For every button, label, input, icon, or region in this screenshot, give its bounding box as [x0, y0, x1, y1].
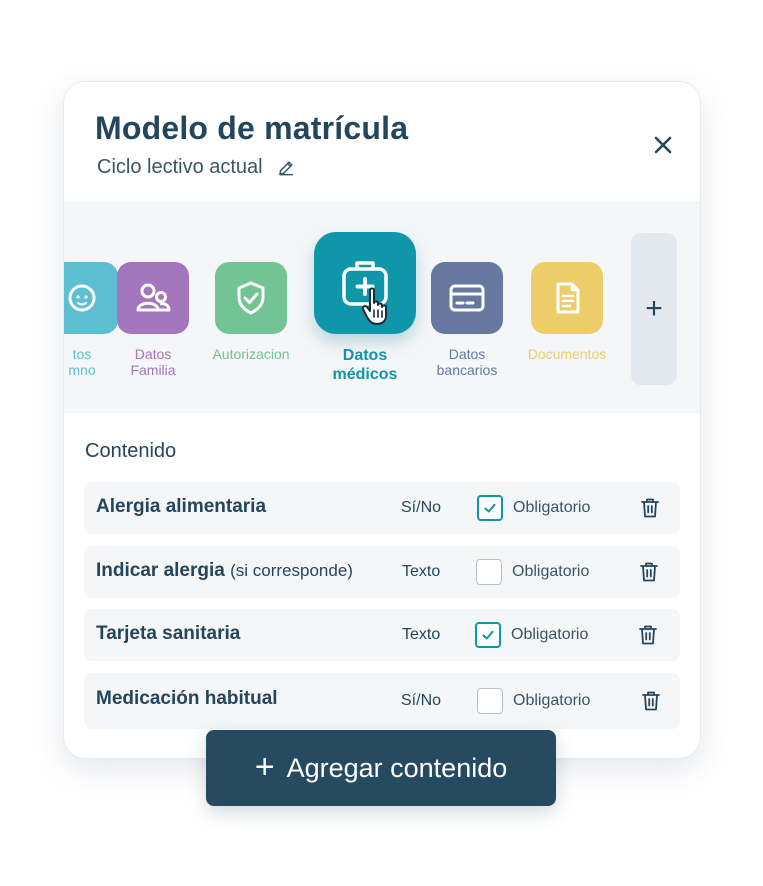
tab-documents[interactable]: Documentos [512, 262, 622, 362]
school-year-label: Ciclo lectivo actual [97, 156, 263, 178]
table-row: Indicar alergia (si corresponde) Texto O… [84, 546, 680, 598]
card-header: Modelo de matrícula Ciclo lectivo actual [64, 82, 700, 202]
content-section-title: Contenido [85, 440, 177, 462]
add-content-button[interactable]: + Agregar contenido [206, 730, 556, 806]
document-icon [531, 262, 603, 334]
tab-label: Familia [130, 362, 176, 378]
add-content-label: Agregar contenido [286, 752, 508, 783]
checkmark-icon [482, 630, 494, 640]
field-type: Sí/No [401, 692, 442, 709]
tab-authorization[interactable]: Autorizacion [195, 262, 307, 362]
required-label: Obligatorio [513, 692, 591, 709]
category-tabs: tos mno Datos Familia Autorizacion Datos… [64, 202, 700, 413]
shield-check-icon [215, 262, 287, 334]
add-category-button[interactable]: + [631, 233, 677, 385]
tab-label: Documentos [527, 346, 607, 362]
trash-icon[interactable] [639, 496, 661, 520]
table-row: Alergia alimentaria Sí/No Obligatorio [84, 482, 680, 534]
trash-icon[interactable] [637, 623, 659, 647]
plus-icon: + [645, 292, 663, 325]
tab-bank-data[interactable]: Datos bancarios [412, 262, 522, 378]
required-label: Obligatorio [513, 499, 591, 516]
plus-icon: + [254, 747, 275, 786]
credit-card-icon [431, 262, 503, 334]
table-row: Medicación habitual Sí/No Obligatorio [84, 673, 680, 729]
trash-icon[interactable] [640, 689, 662, 713]
field-name: Tarjeta sanitaria [96, 623, 241, 644]
tab-medical-data[interactable]: Datos médicos [309, 232, 421, 384]
page-title: Modelo de matrícula [95, 110, 409, 146]
hand-cursor-icon [361, 287, 387, 325]
required-checkbox[interactable] [477, 688, 503, 714]
tab-label: bancarios [436, 362, 498, 378]
family-icon [117, 262, 189, 334]
required-checkbox[interactable] [476, 559, 502, 585]
tab-family-data[interactable]: Datos Familia [98, 262, 208, 378]
tab-label: Datos [448, 346, 486, 362]
required-checkbox[interactable] [477, 495, 503, 521]
table-row: Tarjeta sanitaria Texto Obligatorio [84, 609, 680, 661]
checkmark-icon [484, 503, 496, 513]
tab-label: Datos [134, 346, 172, 362]
tab-label: médicos [332, 366, 398, 383]
subtitle-row: Ciclo lectivo actual [97, 156, 295, 179]
field-name: Medicación habitual [96, 688, 278, 709]
tab-label: Datos [342, 347, 388, 364]
pencil-icon[interactable] [277, 159, 295, 177]
field-name: Alergia alimentaria [96, 496, 267, 517]
tab-label: Autorizacion [212, 346, 290, 362]
enrollment-model-card: Modelo de matrícula Ciclo lectivo actual… [63, 81, 701, 759]
required-label: Obligatorio [512, 563, 590, 580]
field-name: Indicar alergia (si corresponde) [96, 560, 353, 581]
trash-icon[interactable] [638, 560, 660, 584]
field-type: Texto [402, 626, 441, 643]
close-icon[interactable] [650, 132, 676, 158]
field-type: Texto [402, 563, 441, 580]
required-label: Obligatorio [511, 626, 589, 643]
required-checkbox[interactable] [475, 622, 501, 648]
field-type: Sí/No [401, 499, 442, 516]
medical-kit-icon [314, 232, 416, 334]
